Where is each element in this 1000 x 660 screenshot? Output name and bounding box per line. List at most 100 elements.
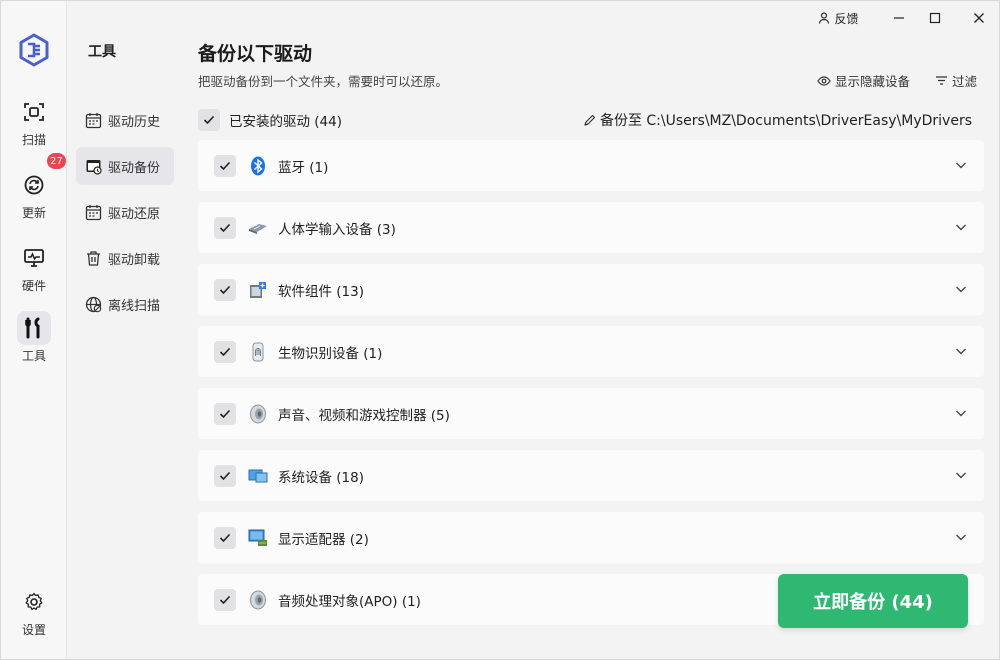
software-component-icon [248, 280, 268, 300]
rail-item-scan[interactable]: 扫描 [9, 89, 59, 149]
maximize-button[interactable] [921, 5, 949, 31]
group-label: 软件组件 (13) [278, 283, 365, 300]
tools-subnav: 工具 驱动历史 驱动备份 驱动还原 驱动卸载 离线扫描 [68, 1, 182, 659]
group-checkbox[interactable] [214, 588, 236, 611]
group-checkbox[interactable] [214, 464, 236, 487]
rail-item-settings[interactable]: 设置 [9, 579, 59, 639]
minimize-icon [894, 17, 904, 19]
refresh-icon [17, 168, 51, 202]
tools-icon [17, 311, 51, 345]
group-label: 人体学输入设备 (3) [278, 221, 396, 238]
driver-group-row[interactable]: 蓝牙 (1) [198, 140, 984, 191]
group-checkbox[interactable] [214, 402, 236, 425]
rail-item-update[interactable]: 更新 [9, 162, 59, 222]
rail-item-label: 硬件 [21, 279, 46, 293]
display-adapter-icon [248, 528, 268, 548]
chevron-down-icon[interactable] [954, 158, 968, 172]
driver-group-row[interactable]: 系统设备 (18) [198, 450, 984, 501]
chevron-down-icon[interactable] [954, 220, 968, 234]
subnav-item-label: 驱动历史 [108, 114, 161, 130]
check-icon [203, 115, 215, 125]
feedback-button[interactable]: 反馈 [815, 5, 861, 31]
group-label: 系统设备 (18) [278, 469, 365, 486]
rail-item-hardware[interactable]: 硬件 [9, 235, 59, 295]
feedback-icon [819, 12, 830, 24]
subnav-item-label: 驱动备份 [108, 160, 161, 176]
backup-icon [86, 159, 102, 175]
trash-icon [87, 250, 100, 266]
check-icon [219, 471, 231, 480]
page-subtitle: 把驱动备份到一个文件夹，需要时可以还原。 [198, 74, 449, 89]
group-label: 蓝牙 (1) [278, 159, 329, 176]
select-all-label: 已安装的驱动 (44) [229, 114, 343, 130]
rail-item-tools[interactable]: 工具 [9, 305, 59, 365]
subnav-item-driver-uninstall[interactable]: 驱动卸载 [76, 239, 174, 277]
subnav-title: 工具 [88, 44, 116, 60]
rail-item-label: 设置 [21, 623, 46, 637]
chevron-down-icon[interactable] [954, 344, 968, 358]
group-label: 声音、视频和游戏控制器 (5) [278, 407, 450, 424]
pencil-icon [584, 114, 596, 126]
page-title: 备份以下驱动 [198, 43, 313, 65]
subnav-item-driver-restore[interactable]: 驱动还原 [76, 193, 174, 231]
group-checkbox[interactable] [214, 216, 236, 239]
backup-now-button[interactable]: 立即备份 (44) [778, 574, 968, 628]
show-hidden-devices-button[interactable]: 显示隐藏设备 [817, 71, 910, 90]
select-all-row: 已安装的驱动 (44) [198, 109, 342, 131]
subnav-item-label: 离线扫描 [108, 298, 161, 314]
hardware-monitor-icon [17, 241, 51, 275]
rail-item-label: 更新 [21, 206, 46, 220]
close-button[interactable] [965, 5, 993, 31]
chevron-down-icon[interactable] [954, 406, 968, 420]
offline-globe-icon [85, 296, 102, 312]
audio-apo-icon [248, 590, 268, 610]
check-icon [219, 595, 231, 604]
group-label: 音频处理对象(APO) (1) [278, 593, 421, 610]
group-checkbox[interactable] [214, 340, 236, 363]
show-hidden-devices-label: 显示隐藏设备 [835, 74, 911, 89]
driver-group-row[interactable]: 人体学输入设备 (3) [198, 202, 984, 253]
chevron-down-icon[interactable] [954, 530, 968, 544]
driver-group-row[interactable]: 显示适配器 (2) [198, 512, 984, 563]
filter-button[interactable]: 过滤 [935, 71, 977, 90]
filter-label: 过滤 [952, 74, 978, 89]
check-icon [219, 409, 231, 418]
fingerprint-icon [248, 342, 268, 362]
check-icon [219, 223, 231, 232]
subnav-item-driver-backup[interactable]: 驱动备份 [76, 147, 174, 185]
group-label: 显示适配器 (2) [278, 531, 369, 548]
subnav-item-label: 驱动还原 [108, 206, 161, 222]
backup-path-link[interactable]: 备份至 C:\Users\MZ\Documents\DriverEasy\MyD… [583, 110, 972, 130]
chevron-down-icon[interactable] [954, 282, 968, 296]
app-window: 反馈 扫描 更新 27 硬件 工具 设置 工具 驱动历史 驱动备份 驱动还原 驱… [0, 0, 1000, 660]
filter-icon [936, 76, 947, 85]
hid-device-icon [248, 218, 268, 238]
group-checkbox[interactable] [214, 526, 236, 549]
subnav-item-label: 驱动卸载 [108, 252, 161, 268]
subnav-item-driver-history[interactable]: 驱动历史 [76, 101, 174, 139]
group-checkbox[interactable] [214, 154, 236, 177]
minimize-button[interactable] [885, 5, 913, 31]
bluetooth-icon [248, 156, 268, 176]
chevron-down-icon[interactable] [954, 468, 968, 482]
check-icon [219, 161, 231, 170]
driver-group-row[interactable]: 生物识别设备 (1) [198, 326, 984, 377]
driver-group-row[interactable]: 软件组件 (13) [198, 264, 984, 315]
feedback-label: 反馈 [834, 11, 859, 26]
check-icon [219, 347, 231, 356]
select-all-checkbox[interactable] [198, 109, 220, 131]
speaker-icon [248, 404, 268, 424]
group-label: 生物识别设备 (1) [278, 345, 383, 362]
backup-path-label: 备份至 C:\Users\MZ\Documents\DriverEasy\MyD… [599, 113, 972, 129]
update-count-badge: 27 [47, 153, 66, 169]
driver-group-row[interactable]: 声音、视频和游戏控制器 (5) [198, 388, 984, 439]
group-checkbox[interactable] [214, 278, 236, 301]
left-rail: 扫描 更新 27 硬件 工具 设置 [1, 1, 67, 659]
system-device-icon [248, 466, 268, 486]
app-logo-icon [19, 33, 49, 67]
scan-icon [17, 95, 51, 129]
rail-item-label: 工具 [21, 349, 46, 363]
subnav-item-offline-scan[interactable]: 离线扫描 [76, 285, 174, 323]
calendar-history-icon [85, 112, 102, 128]
gear-icon [17, 585, 51, 619]
